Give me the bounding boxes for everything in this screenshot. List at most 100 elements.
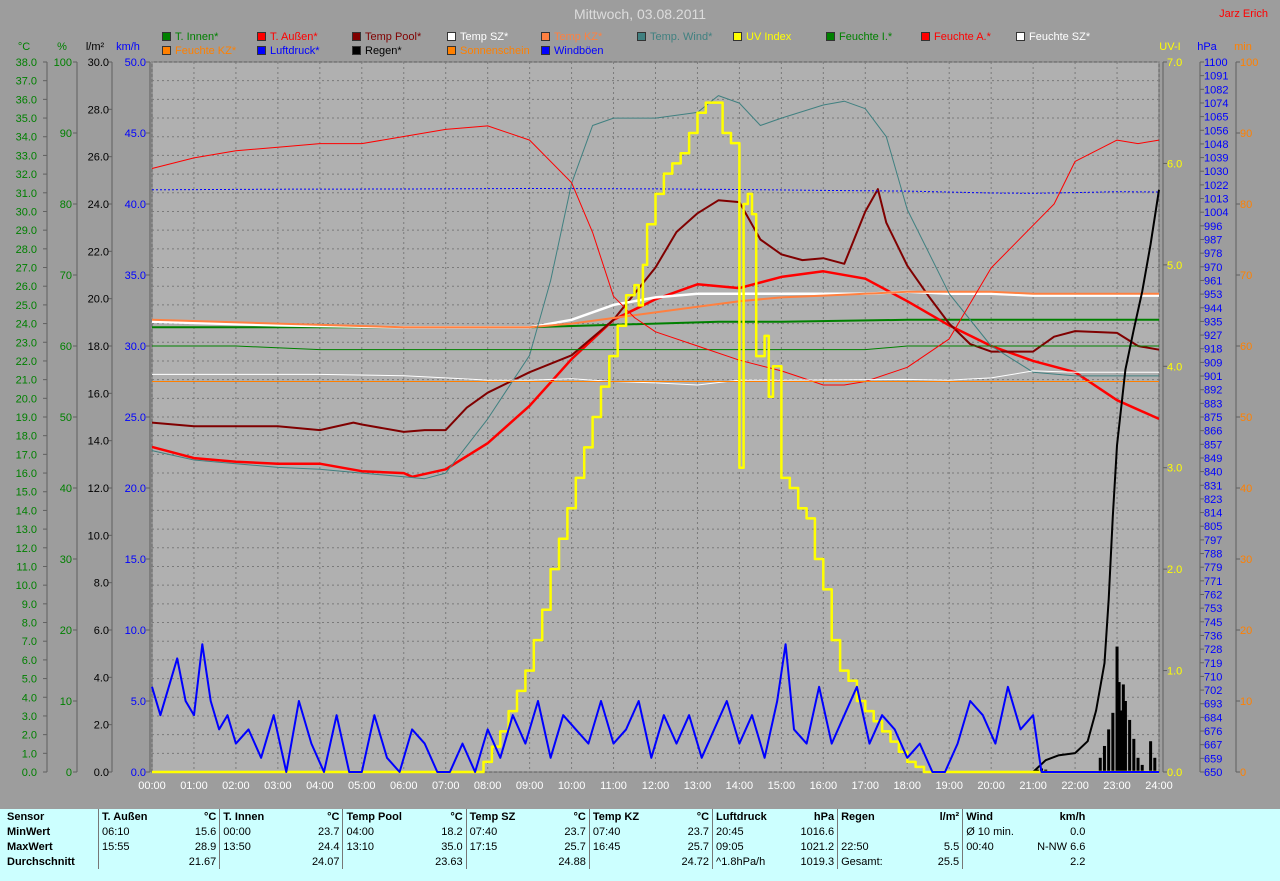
axis-tick-label: 38.0 bbox=[16, 57, 37, 69]
axis-tick-label: 11.0 bbox=[16, 561, 37, 573]
axis-tick-label: 1056 bbox=[1204, 125, 1228, 137]
axis-tick-label: 35.0 bbox=[16, 113, 37, 125]
axis-tick-label: 29.0 bbox=[16, 225, 37, 237]
summary-cell bbox=[97, 854, 168, 869]
axis-tick-label: 719 bbox=[1204, 658, 1222, 670]
summary-cell-value: 5.5 bbox=[943, 840, 960, 853]
axis-tick-label: 20 bbox=[60, 625, 72, 637]
axis-tick-label: 866 bbox=[1204, 426, 1222, 438]
axis-tick-label: 4.0 bbox=[22, 692, 37, 704]
summary-cell-value: 24.07 bbox=[311, 855, 340, 868]
axis-tick-label: 659 bbox=[1204, 753, 1222, 765]
axis-tick-label: 996 bbox=[1204, 221, 1222, 233]
axis-tick-label: 26.0 bbox=[88, 152, 109, 164]
summary-cell-value: 0.0 bbox=[1070, 825, 1086, 838]
axis-tick-label: 0 bbox=[1240, 767, 1246, 779]
axis-tick-label: 797 bbox=[1204, 535, 1222, 547]
axis-tick-label: 6.0 bbox=[1167, 158, 1182, 170]
axis-tick-label: 788 bbox=[1204, 549, 1222, 561]
axis-tick-label: 28.0 bbox=[88, 104, 109, 116]
axis-tick-label: 19.0 bbox=[16, 412, 37, 424]
summary-cell-value: °C bbox=[327, 810, 340, 823]
axis-tick-label: 892 bbox=[1204, 385, 1222, 397]
axis-tick-label: 857 bbox=[1204, 439, 1222, 451]
x-tick-label: 13:00 bbox=[684, 780, 712, 792]
summary-cell-value: °C bbox=[573, 810, 586, 823]
summary-cell-value: km/h bbox=[1059, 810, 1086, 823]
axis-tick-label: 30 bbox=[60, 554, 72, 566]
x-tick-label: 02:00 bbox=[222, 780, 250, 792]
axis-tick-label: 5.0 bbox=[22, 674, 37, 686]
summary-cell: 00:40 bbox=[962, 839, 1035, 854]
axis-tick-label: 840 bbox=[1204, 467, 1222, 479]
x-tick-label: 04:00 bbox=[306, 780, 334, 792]
axis-tick-label: 728 bbox=[1204, 644, 1222, 656]
summary-row-label: MinWert bbox=[7, 825, 51, 838]
axis-tick-label: 684 bbox=[1204, 712, 1222, 724]
axis-tick-label: 30 bbox=[1240, 554, 1252, 566]
axis-tick-label: 10.0 bbox=[88, 530, 109, 542]
axis-tick-label: 30.0 bbox=[125, 341, 146, 353]
axis-tick-label: 35.0 bbox=[125, 270, 146, 282]
axis-tick-label: 0.0 bbox=[131, 767, 146, 779]
summary-cell bbox=[465, 854, 537, 869]
summary-table: Sensor T. Außen °C T. Innen °C Temp Pool °C Tem… bbox=[0, 809, 1280, 881]
summary-cell-value: °C bbox=[696, 810, 710, 823]
x-tick-label: 16:00 bbox=[810, 780, 838, 792]
summary-cell-value bbox=[909, 824, 963, 839]
x-tick-label: 05:00 bbox=[348, 780, 376, 792]
axis-tick-label: 0.0 bbox=[22, 767, 37, 779]
summary-cell: 00:00 bbox=[219, 824, 291, 839]
axis-tick-label: 918 bbox=[1204, 344, 1222, 356]
axis-tick-label: 24.0 bbox=[88, 199, 109, 211]
axis-tick-label: 0.0 bbox=[1167, 767, 1182, 779]
summary-row: MinWert 06:10 15.6 00:00 23.7 04:00 18.2 07:40 2… bbox=[4, 824, 1088, 839]
axis-tick-label: 70 bbox=[1240, 270, 1252, 282]
axis-tick-label: 909 bbox=[1204, 357, 1222, 369]
x-tick-label: 10:00 bbox=[558, 780, 586, 792]
summary-cell bbox=[342, 854, 414, 869]
summary-cell: 09:05 bbox=[712, 839, 784, 854]
summary-row-label: Durchschnitt bbox=[7, 855, 75, 868]
axis-tick-label: 5.0 bbox=[1167, 260, 1182, 272]
axis-tick-label: 650 bbox=[1204, 767, 1222, 779]
axis-tick-label: 736 bbox=[1204, 630, 1222, 642]
axis-tick-label: 8.0 bbox=[94, 578, 109, 590]
weather-chart: 00:00 01:00 02:00 03:00 04:00 05:00 06:00 07:00… bbox=[16, 41, 1259, 792]
axis-tick-label: 36.0 bbox=[16, 94, 37, 106]
summary-cell: ^1.8hPa/h bbox=[712, 854, 784, 869]
axis-tick-label: 7.0 bbox=[1167, 57, 1182, 69]
axis-tick-label: 10.0 bbox=[16, 580, 37, 592]
axis-tick-label: 2.0 bbox=[22, 730, 37, 742]
axis-tick-label: 745 bbox=[1204, 617, 1222, 629]
axis-tick-label: 32.0 bbox=[16, 169, 37, 181]
axis-tick-label: 17.0 bbox=[16, 449, 37, 461]
rain-bar bbox=[1102, 745, 1106, 772]
axis-tick-label: 15.0 bbox=[16, 487, 37, 499]
summary-cell bbox=[837, 824, 909, 839]
axis-tick-label: 3.0 bbox=[22, 711, 37, 723]
x-tick-label: 03:00 bbox=[264, 780, 292, 792]
rain-bar bbox=[1123, 701, 1127, 772]
axis-tick-label: 10 bbox=[60, 696, 72, 708]
axis-tick-label: 5.0 bbox=[131, 696, 146, 708]
axis-tick-label: 805 bbox=[1204, 521, 1222, 533]
summary-cell-value: 23.7 bbox=[564, 825, 586, 838]
rain-bar bbox=[1128, 719, 1132, 772]
x-tick-label: 15:00 bbox=[768, 780, 796, 792]
summary-cell bbox=[962, 854, 1035, 869]
summary-cell: Gesamt: bbox=[837, 854, 909, 869]
axis-tick-label: 4.0 bbox=[94, 672, 109, 684]
x-tick-label: 17:00 bbox=[852, 780, 880, 792]
x-tick-label: 23:00 bbox=[1103, 780, 1131, 792]
axis-unit-label: min bbox=[1234, 41, 1252, 53]
summary-cell: 13:10 bbox=[342, 839, 414, 854]
summary-cell: 13:50 bbox=[219, 839, 291, 854]
summary-cell-value: 23.63 bbox=[435, 855, 463, 868]
axis-tick-label: 14.0 bbox=[16, 505, 37, 517]
summary-cell-value: l/m² bbox=[939, 810, 960, 823]
summary-cell: 22:50 bbox=[837, 839, 909, 854]
summary-cell-value: 24.72 bbox=[681, 855, 710, 868]
summary-cell: Wind bbox=[962, 809, 1035, 824]
x-tick-label: 11:00 bbox=[600, 780, 627, 792]
